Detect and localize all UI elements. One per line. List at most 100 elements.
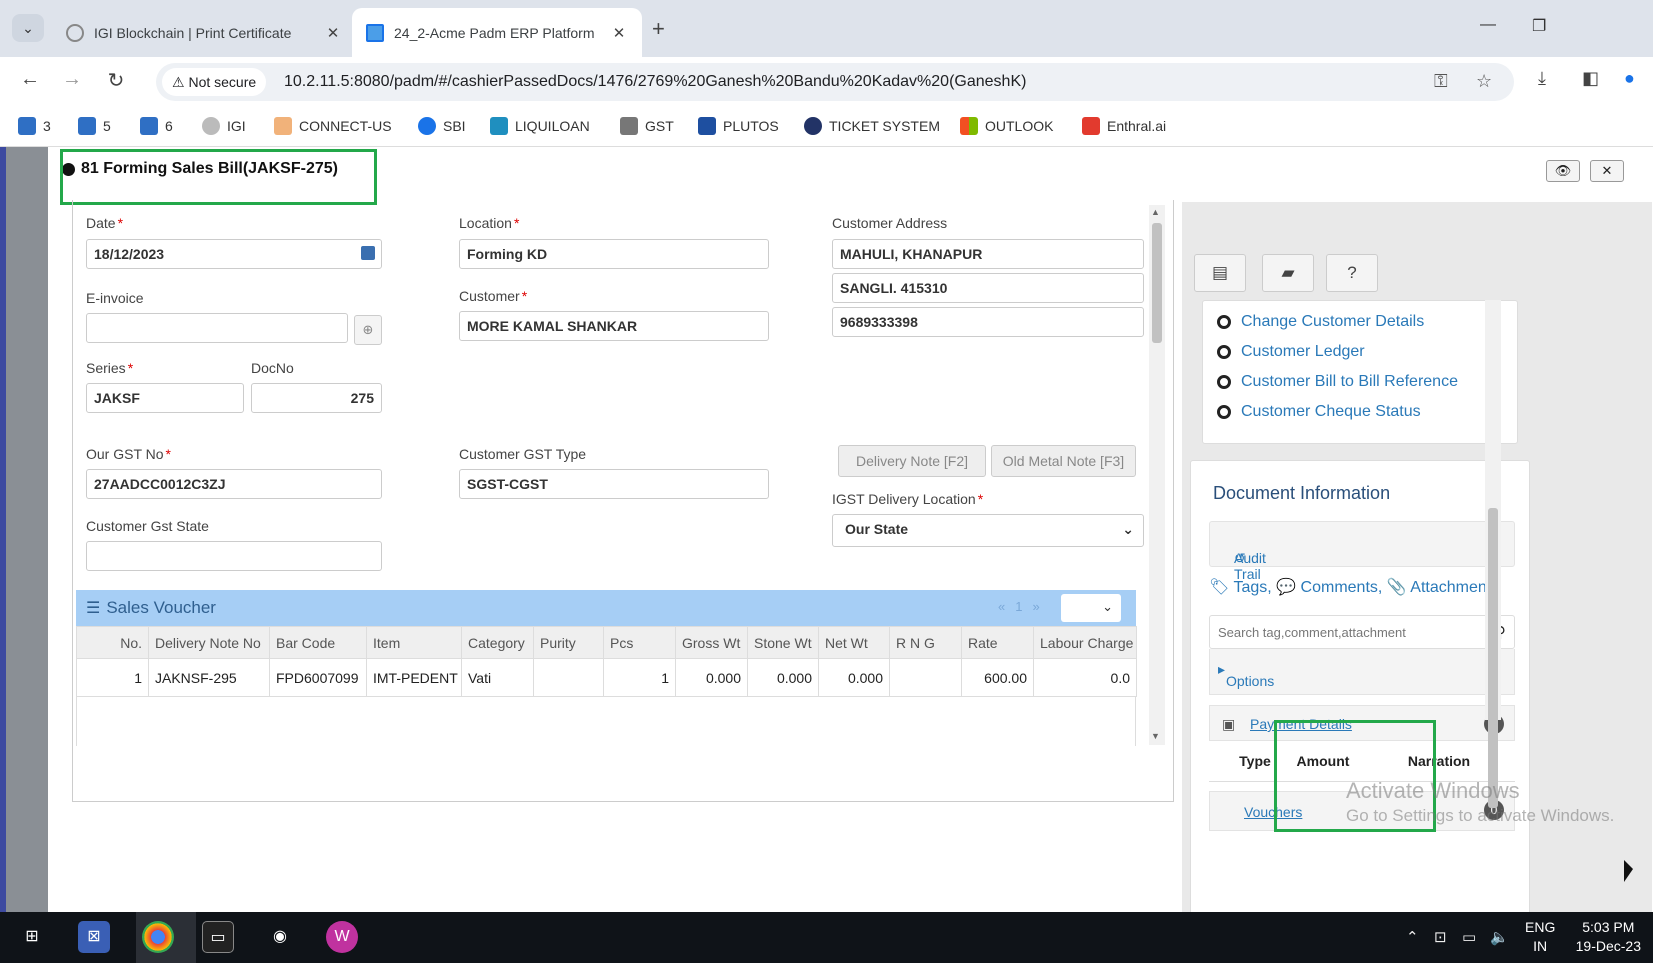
address-line3-field[interactable]: 9689333398	[832, 307, 1144, 337]
close-tab-icon[interactable]: ✕	[324, 24, 342, 42]
link-customer-ledger[interactable]: Customer Ledger	[1217, 343, 1365, 361]
webcam-icon[interactable]: ◉	[264, 921, 296, 953]
table-row[interactable]: 1 JAKNSF-295 FPD6007099 IMT-PEDENT Vati …	[76, 658, 1137, 697]
bookmark-liquiloan[interactable]: LIQUILOAN	[490, 117, 590, 135]
address-line2-field[interactable]: SANGLI. 415310	[832, 273, 1144, 303]
customer-field[interactable]: MORE KAMAL SHANKAR	[459, 311, 769, 341]
bookmark-label: TICKET SYSTEM	[829, 118, 940, 134]
terminal-icon[interactable]: ▭	[202, 921, 234, 953]
security-chip[interactable]: ⚠ Not secure	[162, 68, 267, 96]
einvoice-field[interactable]	[86, 313, 348, 343]
form-scrollbar[interactable]: ▲ ▼	[1149, 205, 1165, 745]
scroll-thumb[interactable]	[1152, 223, 1162, 343]
bookmark-3[interactable]: 3	[18, 117, 51, 135]
list-view-icon[interactable]: ▤	[1194, 254, 1246, 292]
side-scroll-thumb[interactable]	[1488, 508, 1498, 808]
series-field[interactable]: JAKSF	[86, 383, 244, 413]
delivery-note-button[interactable]: Delivery Note [F2]	[838, 445, 986, 477]
close-tab-icon[interactable]: ✕	[610, 24, 628, 42]
view-toggle-button[interactable]: 👁	[1546, 160, 1580, 182]
side-panel-icon[interactable]: ◧	[1582, 68, 1599, 89]
tab-erp-platform[interactable]: 24_2-Acme Padm ERP Platform ✕	[352, 8, 642, 57]
date-field[interactable]: 18/12/2023	[86, 239, 382, 269]
link-cheque-status[interactable]: Customer Cheque Status	[1217, 403, 1421, 421]
col-net-wt[interactable]: Net Wt	[818, 626, 890, 659]
calendar-icon[interactable]	[361, 246, 375, 260]
language-indicator[interactable]: ENG IN	[1525, 918, 1555, 956]
igst-location-select[interactable]: Our State ⌄	[832, 514, 1144, 547]
download-icon[interactable]: ⤓	[1538, 68, 1546, 89]
tag-search-input[interactable]: Search tag,comment,attachment ⚲	[1209, 615, 1515, 649]
col-gross-wt[interactable]: Gross Wt	[675, 626, 748, 659]
col-stone-wt[interactable]: Stone Wt	[747, 626, 819, 659]
network-icon[interactable]: ▭	[1462, 928, 1476, 946]
col-rng[interactable]: R N G	[889, 626, 962, 659]
reload-icon[interactable]: ↻	[102, 68, 130, 93]
bookmark-connect-us[interactable]: CONNECT-US	[274, 117, 392, 135]
chrome-icon[interactable]	[142, 921, 174, 953]
options-label: Options	[1226, 673, 1275, 689]
bookmark-igi[interactable]: IGI	[202, 117, 246, 135]
profile-avatar-icon[interactable]: ●	[1624, 68, 1635, 89]
link-change-customer-details[interactable]: Change Customer Details	[1217, 313, 1424, 331]
upload-icon[interactable]: ⊕	[354, 315, 382, 345]
options-toggle[interactable]: ▸ Options	[1209, 649, 1515, 695]
old-metal-note-button[interactable]: Old Metal Note [F3]	[991, 445, 1136, 477]
tray-device-icon[interactable]: ⊡	[1434, 928, 1447, 946]
col-pcs[interactable]: Pcs	[603, 626, 676, 659]
restore-icon[interactable]: ❐	[1532, 16, 1546, 36]
bookmark-plutos[interactable]: PLUTOS	[698, 117, 779, 135]
col-rate[interactable]: Rate	[961, 626, 1034, 659]
help-icon[interactable]: ?	[1326, 254, 1378, 292]
bookmark-6[interactable]: 6	[140, 117, 173, 135]
bookmark-5[interactable]: 5	[78, 117, 111, 135]
side-scrollbar[interactable]	[1485, 300, 1501, 808]
book-icon[interactable]: ▰	[1262, 254, 1314, 292]
pager-page[interactable]: 1	[1015, 599, 1032, 614]
volume-icon[interactable]: 🔈	[1490, 928, 1509, 946]
start-windows-icon[interactable]: ⊞	[16, 921, 48, 953]
address-line1-field[interactable]: MAHULI, KHANAPUR	[832, 239, 1144, 269]
docno-field[interactable]: 275	[251, 383, 382, 413]
location-field[interactable]: Forming KD	[459, 239, 769, 269]
forward-icon[interactable]: →	[58, 68, 86, 91]
password-key-icon[interactable]: ⚿	[1434, 71, 1448, 92]
col-delivery-note[interactable]: Delivery Note No	[148, 626, 270, 659]
col-item[interactable]: Item	[366, 626, 462, 659]
our-gst-field[interactable]: 27AADCC0012C3ZJ	[86, 469, 382, 499]
cust-gst-state-field[interactable]	[86, 541, 382, 571]
system-clock[interactable]: 5:03 PM 19-Dec-23	[1576, 918, 1641, 956]
page-size-select[interactable]: ⌄	[1061, 594, 1121, 622]
col-labour-charge[interactable]: Labour Charge	[1033, 626, 1137, 659]
link-bill-to-bill-reference[interactable]: Customer Bill to Bill Reference	[1217, 373, 1458, 391]
bookmark-outlook[interactable]: OUTLOOK	[960, 117, 1053, 135]
cust-gst-type-field[interactable]: SGST-CGST	[459, 469, 769, 499]
scroll-down-icon[interactable]: ▼	[1151, 731, 1160, 741]
tab-search-button[interactable]: ⌄	[12, 14, 44, 42]
url-text[interactable]: 10.2.11.5:8080/padm/#/cashierPassedDocs/…	[284, 73, 1026, 91]
tray-chevron-icon[interactable]: ⌃	[1406, 928, 1419, 946]
omnibox[interactable]: ⚠ Not secure 10.2.11.5:8080/padm/#/cashi…	[156, 63, 1514, 101]
col-bar-code[interactable]: Bar Code	[269, 626, 367, 659]
comments-link[interactable]: Comments,	[1301, 579, 1383, 596]
bookmark-sbi[interactable]: SBI	[418, 117, 466, 135]
back-icon[interactable]: ←	[16, 68, 44, 91]
audit-trail-button[interactable]: ↺ Audit Trail	[1209, 521, 1515, 582]
bookmark-ticket-system[interactable]: TICKET SYSTEM	[804, 117, 940, 135]
tab-igi-certificate[interactable]: IGI Blockchain | Print Certificate ✕	[52, 8, 356, 57]
col-category[interactable]: Category	[461, 626, 534, 659]
col-purity[interactable]: Purity	[533, 626, 604, 659]
scroll-up-icon[interactable]: ▲	[1151, 207, 1160, 217]
pager-prev[interactable]: «	[998, 599, 1015, 614]
col-no[interactable]: No.	[76, 626, 149, 659]
pager-next[interactable]: »	[1032, 599, 1049, 614]
close-modal-button[interactable]: ✕	[1590, 160, 1624, 182]
bookmark-gst[interactable]: GST	[620, 117, 674, 135]
minimize-icon[interactable]: —	[1480, 16, 1496, 34]
bookmark-star-icon[interactable]: ☆	[1476, 71, 1492, 92]
bookmark-enthral[interactable]: Enthral.ai	[1082, 117, 1166, 135]
tags-link[interactable]: Tags,	[1233, 579, 1271, 596]
new-tab-icon[interactable]: +	[652, 16, 665, 42]
wps-office-icon[interactable]: W	[326, 921, 358, 953]
app-launcher-icon[interactable]: ⊠	[78, 921, 110, 953]
